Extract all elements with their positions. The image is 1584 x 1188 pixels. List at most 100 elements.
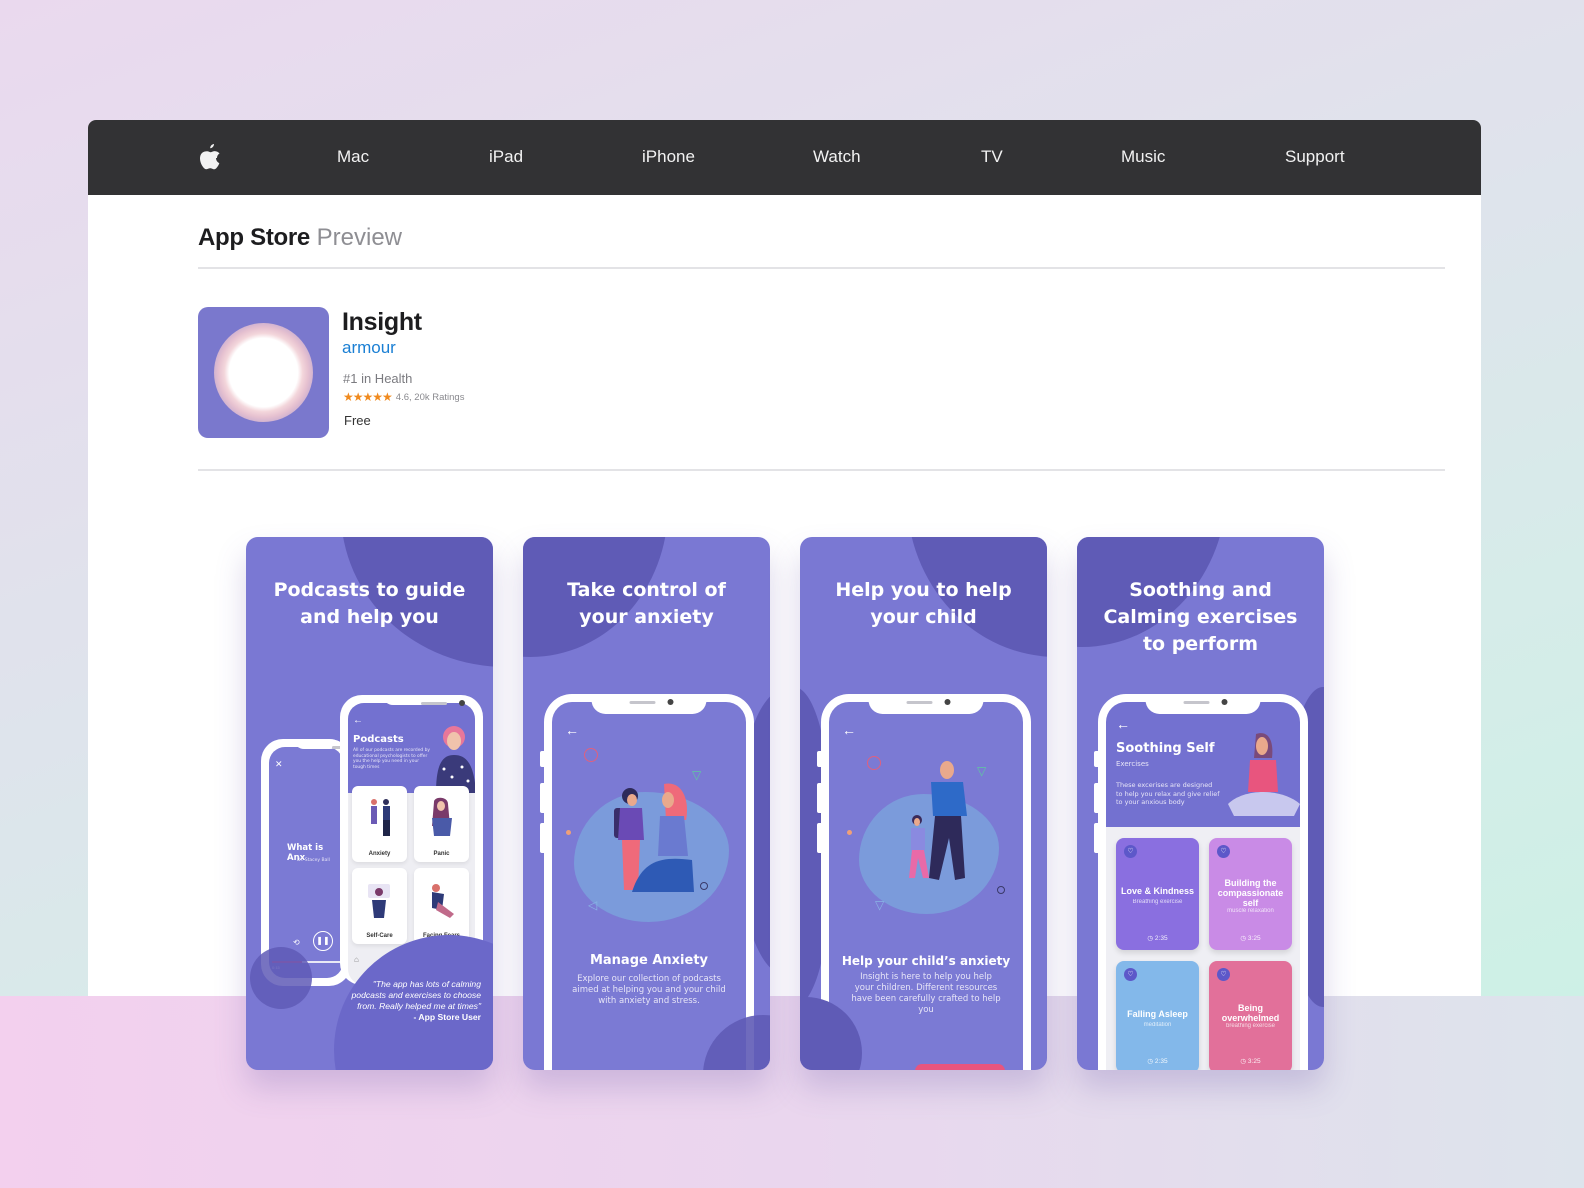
category-label: Self-Care [366, 933, 393, 939]
exercise-title: Building the compassionate self [1217, 878, 1284, 908]
app-rating: ★★★★★ 4.6, 20k Ratings [343, 390, 464, 404]
nav-item-ipad[interactable]: iPad [489, 147, 523, 167]
category-card-facing-fears[interactable]: Facing Fears [414, 868, 469, 944]
back-arrow-icon[interactable]: ← [565, 722, 579, 738]
header-divider [198, 267, 1445, 269]
decor-blob [250, 947, 312, 1009]
screen-heading: Soothing Self [1116, 741, 1215, 756]
favorite-heart-icon[interactable]: ♡ [1124, 845, 1137, 858]
app-name: Insight [342, 308, 422, 336]
decor-circle [867, 756, 881, 770]
rating-stars-icon: ★★★★★ [343, 390, 393, 404]
app-icon-glow [214, 323, 313, 422]
exercise-card[interactable]: ♡ Building the compassionate self muscle… [1209, 838, 1292, 950]
category-card-panic[interactable]: Panic [414, 786, 469, 862]
exercise-title: Falling Asleep [1127, 1009, 1188, 1019]
decor-dot [847, 830, 852, 835]
category-label: Anxiety [368, 851, 391, 857]
exercise-subtitle: meditation [1143, 1022, 1172, 1028]
screenshot-title: Podcasts to guide and help you [273, 579, 466, 628]
quote-author: - App Store User [413, 1012, 482, 1022]
pause-button[interactable]: ❚❚ [313, 931, 333, 951]
screen-heading: Manage Anxiety [589, 953, 709, 968]
decor-circle [584, 748, 598, 762]
exercise-subtitle: Breathing exercise [1132, 899, 1183, 905]
category-card-self-care[interactable]: Self-Care [352, 868, 407, 944]
decor-circle [997, 886, 1005, 894]
screen-heading: Help your child’s anxiety [841, 954, 1011, 968]
exercise-card[interactable]: ♡ Love & Kindness Breathing exercise ◷ 2… [1116, 838, 1199, 950]
father-daughter-illustration [909, 761, 967, 880]
decor-dot [566, 830, 571, 835]
decor-triangle: ▽ [875, 898, 885, 912]
anxiety-illustration [371, 799, 390, 836]
primary-action-button[interactable] [915, 1064, 1005, 1070]
screenshot-title: Help you to help your child [835, 579, 1012, 628]
apple-logo-icon[interactable] [196, 142, 222, 172]
close-icon[interactable]: ✕ [275, 759, 283, 770]
app-info-divider [198, 469, 1445, 471]
phone-child-anxiety: ← ▽ ▽ Help your child’s anxiety Insight … [821, 694, 1031, 1070]
phone-notch [1145, 694, 1261, 714]
phone-soothing-self: ← Soothing Self Exercises These excerise… [1098, 694, 1308, 1070]
exercise-card[interactable]: ♡ Being overwhelmed breathing exercise ◷… [1209, 961, 1292, 1070]
podcasts-description: All of our podcasts are recorded by educ… [353, 748, 430, 770]
screen-description: These excerises are designed to help you… [1116, 781, 1220, 806]
nav-item-tv[interactable]: TV [981, 147, 1003, 167]
app-price: Free [344, 413, 371, 428]
back-arrow-icon[interactable]: ← [353, 715, 363, 726]
phone-manage-anxiety: ← ▽ ◁ Manage Anxiety Explore our collect… [544, 694, 754, 1070]
exercise-card[interactable]: ♡ Falling Asleep meditation ◷ 2:35 [1116, 961, 1199, 1070]
back-arrow-icon[interactable]: ← [1116, 716, 1130, 732]
app-rank: #1 in Health [343, 371, 413, 386]
favorite-heart-icon[interactable]: ♡ [1124, 968, 1137, 981]
podcasts-heading: Podcasts [353, 734, 404, 745]
screenshot-anxiety[interactable]: Take control of your anxiety ← ▽ ◁ Manag… [523, 537, 770, 1070]
exercise-title: Love & Kindness [1120, 886, 1194, 896]
self-care-illustration [368, 884, 390, 918]
screen-subheading: Exercises [1116, 760, 1149, 768]
nav-item-mac[interactable]: Mac [337, 147, 369, 167]
category-label: Panic [433, 851, 450, 857]
track-author: Dr. Stacey Ball [297, 858, 330, 863]
favorite-heart-icon[interactable]: ♡ [1217, 845, 1230, 858]
exercise-subtitle: muscle relaxation [1227, 908, 1274, 914]
screenshot-podcasts[interactable]: Podcasts to guide and help you ✕ What is… [246, 537, 493, 1070]
category-card-anxiety[interactable]: Anxiety [352, 786, 407, 862]
exercise-duration: ◷ 3:25 [1240, 935, 1261, 942]
nav-item-support[interactable]: Support [1285, 147, 1345, 167]
favorite-heart-icon[interactable]: ♡ [1217, 968, 1230, 981]
quote-text: "The app has lots of calming podcasts an… [351, 979, 481, 1011]
phone-notch [591, 694, 707, 714]
rating-text: 4.6, 20k Ratings [395, 391, 465, 403]
replay-icon[interactable]: ⟲ [293, 938, 300, 947]
nav-item-watch[interactable]: Watch [813, 147, 861, 167]
global-nav: Mac iPad iPhone Watch TV Music Support [88, 120, 1481, 195]
exercise-subtitle: breathing exercise [1225, 1023, 1276, 1029]
screen-description: Explore our collection of podcasts aimed… [572, 974, 726, 1006]
screenshot-title: Soothing and Calming exercises to perfor… [1103, 579, 1298, 655]
app-icon [198, 307, 329, 438]
decor-circle [700, 882, 708, 890]
developer-link[interactable]: armour [342, 338, 396, 358]
tab-bar-home-icon[interactable]: ⌂ [354, 955, 359, 964]
exercise-title: Being overwhelmed [1221, 1003, 1280, 1023]
page-title: App Store Preview [198, 224, 402, 252]
page-title-app-store: App Store [198, 224, 310, 251]
screen-description: Insight is here to help you help your ch… [851, 972, 1001, 1015]
user-quote: "The app has lots of calming podcasts an… [346, 979, 481, 1023]
exercise-duration: ◷ 2:35 [1147, 1058, 1168, 1065]
woman-headphones-illustration [436, 726, 475, 793]
nav-item-iphone[interactable]: iPhone [642, 147, 695, 167]
facing-fears-illustration [432, 884, 454, 918]
mother-child-illustration [614, 783, 694, 892]
exercise-duration: ◷ 3:25 [1240, 1058, 1261, 1065]
back-arrow-icon[interactable]: ← [842, 722, 856, 738]
page-title-preview: Preview [316, 224, 402, 251]
screenshot-child[interactable]: Help you to help your child ← ▽ ▽ Help y… [800, 537, 1047, 1070]
nav-item-music[interactable]: Music [1121, 147, 1165, 167]
exercise-duration: ◷ 2:35 [1147, 935, 1168, 942]
phone-notch [868, 694, 984, 714]
screenshot-title: Take control of your anxiety [567, 579, 726, 628]
screenshot-exercises[interactable]: Soothing and Calming exercises to perfor… [1077, 537, 1324, 1070]
